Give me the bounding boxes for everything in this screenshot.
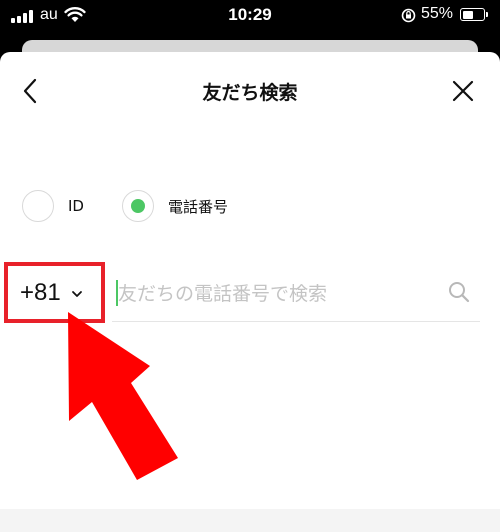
- input-underline: [112, 321, 480, 322]
- close-button[interactable]: [448, 76, 478, 106]
- battery-icon: [460, 8, 485, 21]
- radio-option-phone[interactable]: 電話番号: [122, 189, 228, 223]
- status-bar: au 10:29 55%: [0, 0, 500, 34]
- country-code-value: +81: [20, 279, 61, 306]
- friend-search-sheet: 友だち検索 ID 電話番号 +81: [0, 52, 500, 532]
- chevron-down-icon: [71, 291, 82, 297]
- page-title: 友だち検索: [202, 82, 298, 104]
- close-icon: [452, 80, 474, 102]
- radio-indicator: [131, 199, 145, 213]
- radio-indicator: [31, 199, 45, 213]
- phone-number-search-input[interactable]: [118, 274, 448, 314]
- search-icon: [449, 282, 470, 303]
- battery-percent: 55%: [421, 5, 454, 22]
- rotation-lock-icon: [401, 8, 416, 27]
- search-button[interactable]: [447, 280, 471, 308]
- radio-label-phone: 電話番号: [168, 197, 229, 216]
- battery-level: [462, 10, 473, 19]
- battery-tip: [486, 12, 488, 17]
- bottom-area: [0, 509, 500, 532]
- radio-button-id[interactable]: [22, 190, 54, 222]
- country-code-dropdown[interactable]: +81: [8, 266, 104, 320]
- radio-label-id: ID: [68, 197, 84, 215]
- radio-button-phone[interactable]: [122, 190, 154, 222]
- radio-option-id[interactable]: ID: [22, 189, 84, 223]
